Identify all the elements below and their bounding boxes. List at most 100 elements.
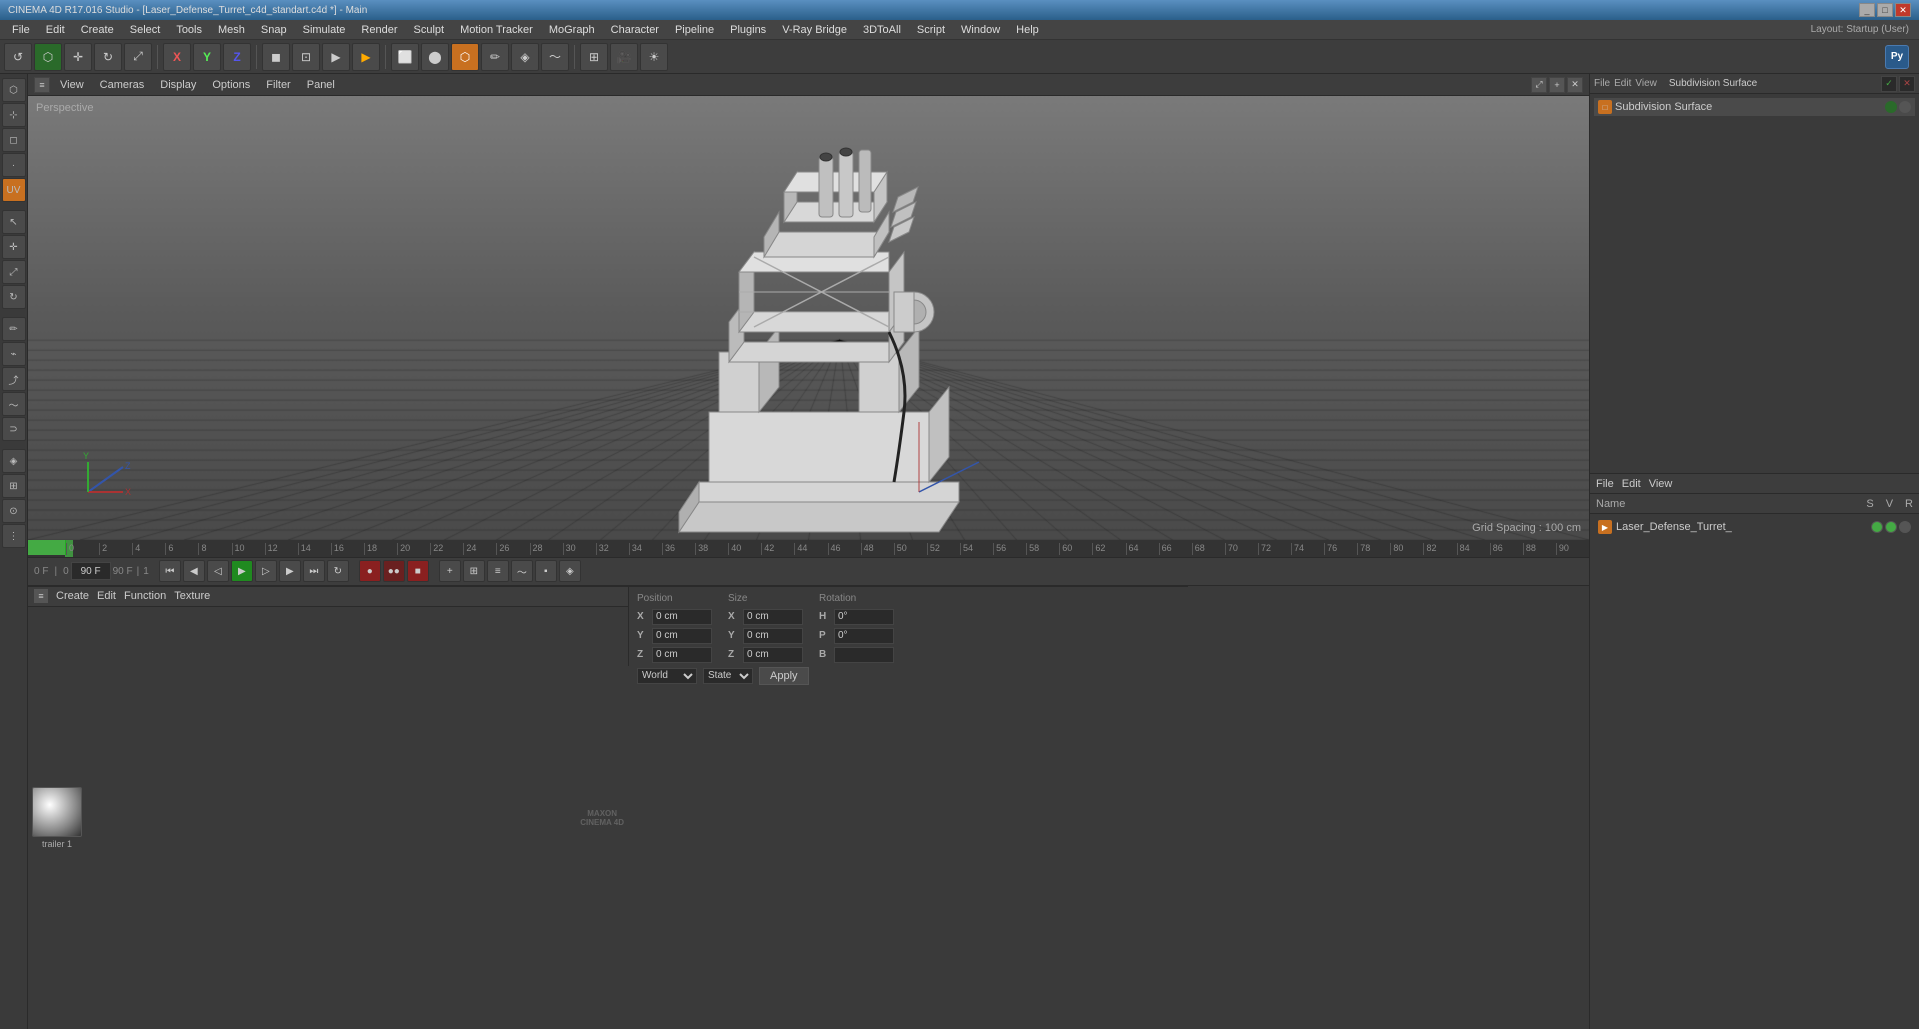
move-tool[interactable]: ✛ (2, 235, 26, 259)
move-button[interactable]: ✛ (64, 43, 92, 71)
next-key-btn[interactable]: ▷ (255, 560, 277, 582)
b-rot-input[interactable] (834, 647, 894, 663)
vp-close-icon[interactable]: ✕ (1567, 77, 1583, 93)
maximize-button[interactable]: □ (1877, 3, 1893, 17)
stop-btn[interactable]: ■ (407, 560, 429, 582)
model-mode-btn[interactable]: ⬡ (2, 78, 26, 102)
next-frame-btn[interactable]: ▶ (279, 560, 301, 582)
motion-clip-btn[interactable]: ▪ (535, 560, 557, 582)
grid-btn[interactable]: ⊞ (2, 474, 26, 498)
attr-view-label[interactable]: View (1635, 78, 1657, 89)
vp-menu-panel[interactable]: Panel (301, 77, 341, 93)
vp-menu-options[interactable]: Options (206, 77, 256, 93)
x-pos-input[interactable] (652, 609, 712, 625)
axis-x-button[interactable]: X (163, 43, 191, 71)
menu-pipeline[interactable]: Pipeline (667, 22, 722, 38)
vp-menu-display[interactable]: Display (154, 77, 202, 93)
powerslider-btn[interactable]: ◈ (559, 560, 581, 582)
camera-btn[interactable]: 🎥 (610, 43, 638, 71)
prev-key-btn[interactable]: ◁ (207, 560, 229, 582)
mat-toggle[interactable]: ≡ (34, 589, 48, 603)
frame-end-input[interactable] (71, 562, 111, 580)
apply-button[interactable]: Apply (759, 667, 809, 685)
attr-file-label[interactable]: File (1594, 78, 1610, 89)
close-button[interactable]: ✕ (1895, 3, 1911, 17)
sphere-tool[interactable]: ⬤ (421, 43, 449, 71)
material-layer-btn[interactable]: ◈ (2, 449, 26, 473)
x-size-input[interactable] (743, 609, 803, 625)
material-item[interactable]: trailer 1 (32, 787, 82, 849)
menu-vray[interactable]: V-Ray Bridge (774, 22, 855, 38)
attr-x-icon[interactable]: ✕ (1899, 76, 1915, 92)
p-rot-input[interactable] (834, 628, 894, 644)
minimize-button[interactable]: _ (1859, 3, 1875, 17)
menu-motion-tracker[interactable]: Motion Tracker (452, 22, 541, 38)
menu-3dtoall[interactable]: 3DToAll (855, 22, 909, 38)
prev-frame-btn[interactable]: ◀ (183, 560, 205, 582)
coord-system-select[interactable]: World Object (637, 668, 697, 684)
play-btn[interactable]: ▶ (231, 560, 253, 582)
first-frame-btn[interactable]: ⏮ (159, 560, 181, 582)
mat-menu-texture[interactable]: Texture (174, 590, 210, 602)
scale-tool[interactable]: ⤢ (2, 260, 26, 284)
record-all-btn[interactable]: ●● (383, 560, 405, 582)
menu-create[interactable]: Create (73, 22, 122, 38)
fcurve-btn[interactable]: 〜 (511, 560, 533, 582)
attr-edit-label[interactable]: Edit (1614, 78, 1631, 89)
uv-mode-btn[interactable]: UV (2, 178, 26, 202)
menu-mograph[interactable]: MoGraph (541, 22, 603, 38)
vp-menu-filter[interactable]: Filter (260, 77, 296, 93)
menu-script[interactable]: Script (909, 22, 953, 38)
z-pos-input[interactable] (652, 647, 712, 663)
select-tool[interactable]: ↖ (2, 210, 26, 234)
timeline-view-btn[interactable]: ⊞ (463, 560, 485, 582)
scale-button[interactable]: ⤢ (124, 43, 152, 71)
knife-tool[interactable]: ⌁ (2, 342, 26, 366)
paint-btn[interactable]: ✏ (481, 43, 509, 71)
h-rot-input[interactable] (834, 609, 894, 625)
object-btn[interactable]: ⬡ (451, 43, 479, 71)
vp-menu-cameras[interactable]: Cameras (94, 77, 151, 93)
mesh-mode-btn[interactable]: ⊹ (2, 103, 26, 127)
light-btn[interactable]: ☀ (640, 43, 668, 71)
mat-menu-edit[interactable]: Edit (97, 590, 116, 602)
mat-menu-function[interactable]: Function (124, 590, 166, 602)
key-add-btn[interactable]: + (439, 560, 461, 582)
last-frame-btn[interactable]: ⏭ (303, 560, 325, 582)
point-mode-btn[interactable]: · (2, 153, 26, 177)
menu-sculpt[interactable]: Sculpt (405, 22, 452, 38)
attr-check-icon[interactable]: ✓ (1881, 76, 1897, 92)
vp-menu-view[interactable]: View (54, 77, 90, 93)
vp-config-icon[interactable]: + (1549, 77, 1565, 93)
menu-window[interactable]: Window (953, 22, 1008, 38)
obj-view-menu[interactable]: View (1649, 478, 1673, 490)
obj-edit-menu[interactable]: Edit (1622, 478, 1641, 490)
render-anim[interactable]: ▶ (352, 43, 380, 71)
menu-plugins[interactable]: Plugins (722, 22, 774, 38)
view-btn1[interactable]: ⊞ (580, 43, 608, 71)
vp-expand-icon[interactable]: ⤢ (1531, 77, 1547, 93)
loop-btn[interactable]: ↻ (327, 560, 349, 582)
deform-btn[interactable]: 〜 (541, 43, 569, 71)
axis-y-button[interactable]: Y (193, 43, 221, 71)
dopesheet-btn[interactable]: ≡ (487, 560, 509, 582)
rotate-tool[interactable]: ↻ (2, 285, 26, 309)
subdivision-surface-item[interactable]: □ Subdivision Surface (1594, 98, 1915, 116)
brush-tool[interactable]: ✏ (2, 317, 26, 341)
y-size-input[interactable] (743, 628, 803, 644)
menu-edit[interactable]: Edit (38, 22, 73, 38)
python-button[interactable]: Py (1885, 45, 1909, 69)
menu-mesh[interactable]: Mesh (210, 22, 253, 38)
menu-tools[interactable]: Tools (168, 22, 210, 38)
menu-character[interactable]: Character (603, 22, 667, 38)
axis-z-button[interactable]: Z (223, 43, 251, 71)
obj-file-menu[interactable]: File (1596, 478, 1614, 490)
y-pos-input[interactable] (652, 628, 712, 644)
extrude-tool[interactable]: ⤴ (2, 367, 26, 391)
record-btn[interactable]: ● (359, 560, 381, 582)
laser-defense-obj[interactable]: ▶ Laser_Defense_Turret_ (1594, 518, 1915, 536)
undo-button[interactable]: ↺ (4, 43, 32, 71)
material-btn[interactable]: ◈ (511, 43, 539, 71)
render-full[interactable]: ▶ (322, 43, 350, 71)
menu-snap[interactable]: Snap (253, 22, 295, 38)
